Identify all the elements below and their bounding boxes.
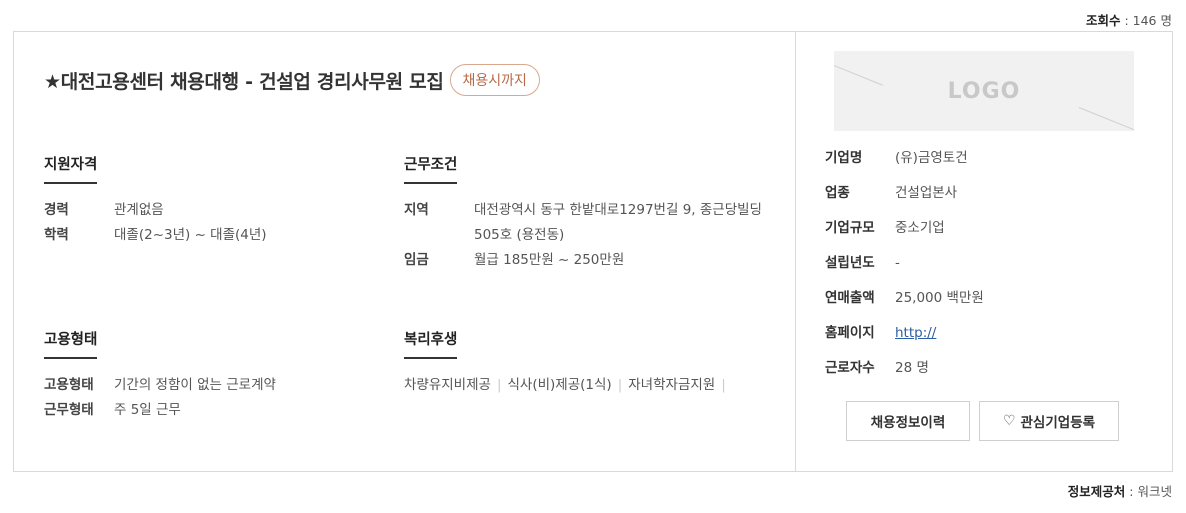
- homepage-link[interactable]: http://: [895, 325, 936, 341]
- company-logo-placeholder: LOGO: [834, 51, 1134, 131]
- qualification-value: 관계없음: [114, 202, 164, 218]
- welfare-section: 복리후생 차량유지비제공 | 식사(비)제공(1식) | 자녀학자금지원 |: [404, 328, 732, 398]
- qualification-row: 경력 관계없음: [44, 198, 267, 223]
- welfare-heading: 복리후생: [404, 328, 458, 359]
- company-homepage: http://: [895, 321, 936, 356]
- view-count-sep: :: [1120, 13, 1133, 28]
- conditions-row: 지역 대전광역시 동구 한밭대로1297번길 9, 종근당빌딩 505호 (용전…: [404, 198, 764, 248]
- info-provider: 정보제공처 : 워크넷: [1068, 481, 1172, 500]
- job-posting-card: ★대전고용센터 채용대행 - 건설업 경리사무원 모집 채용시까지 지원자격 경…: [13, 31, 1173, 472]
- logo-text: LOGO: [947, 79, 1021, 104]
- employment-key: 고용형태: [44, 377, 94, 393]
- conditions-key: 임금: [404, 252, 429, 268]
- employment-key: 근무형태: [44, 402, 94, 418]
- welfare-item: 자녀학자금지원: [628, 377, 716, 393]
- info-provider-value: 워크넷: [1137, 484, 1172, 499]
- view-count-label: 조회수: [1085, 13, 1121, 28]
- employment-row: 고용형태 기간의 정함이 없는 근로계약: [44, 373, 276, 398]
- company-info-key: 업종: [825, 185, 850, 201]
- employment-section: 고용형태 고용형태 기간의 정함이 없는 근로계약 근무형태 주 5일 근무: [44, 328, 276, 423]
- job-history-label: 채용정보이력: [870, 415, 946, 431]
- qualification-heading: 지원자격: [44, 153, 98, 184]
- company-info-row: 홈페이지 http://: [825, 321, 984, 356]
- welfare-separator: |: [496, 377, 502, 393]
- conditions-row: 임금 월급 185만원 ~ 250만원: [404, 248, 764, 273]
- heart-icon: ♡: [1002, 413, 1016, 429]
- conditions-section: 근무조건 지역 대전광역시 동구 한밭대로1297번길 9, 종근당빌딩 505…: [404, 153, 764, 273]
- employment-heading: 고용형태: [44, 328, 98, 359]
- employment-value: 주 5일 근무: [114, 402, 181, 418]
- company-info-value: 중소기업: [895, 220, 945, 236]
- welfare-item: 식사(비)제공(1식): [507, 377, 612, 393]
- conditions-key: 지역: [404, 202, 429, 218]
- conditions-value: 월급 185만원 ~ 250만원: [474, 252, 625, 268]
- company-actions: 채용정보이력 ♡ 관심기업등록: [846, 401, 1119, 441]
- company-info-row: 근로자수 28 명: [825, 356, 984, 391]
- add-interest-company-button[interactable]: ♡ 관심기업등록: [979, 401, 1119, 441]
- welfare-separator: |: [721, 377, 726, 393]
- company-info-key: 근로자수: [825, 360, 875, 376]
- info-provider-label: 정보제공처: [1067, 484, 1126, 499]
- qualification-section: 지원자격 경력 관계없음 학력 대졸(2~3년) ~ 대졸(4년): [44, 153, 267, 248]
- view-count-value: 146 명: [1132, 13, 1172, 28]
- deadline-badge: 채용시까지: [449, 64, 540, 96]
- welfare-item: 차량유지비제공: [404, 377, 491, 393]
- welfare-list: 차량유지비제공 | 식사(비)제공(1식) | 자녀학자금지원 |: [404, 373, 732, 398]
- company-info-value: 건설업본사: [895, 185, 958, 201]
- qualification-row: 학력 대졸(2~3년) ~ 대졸(4년): [44, 223, 267, 248]
- job-title: ★대전고용센터 채용대행 - 건설업 경리사무원 모집: [44, 70, 444, 93]
- job-history-button[interactable]: 채용정보이력: [846, 401, 970, 441]
- employment-value: 기간의 정함이 없는 근로계약: [114, 377, 276, 393]
- qualification-key: 학력: [44, 227, 69, 243]
- company-info-row: 업종 건설업본사: [825, 181, 984, 216]
- company-info-key: 설립년도: [825, 255, 875, 271]
- conditions-value: 대전광역시 동구 한밭대로1297번길 9, 종근당빌딩 505호 (용전동): [474, 202, 762, 243]
- welfare-separator: |: [617, 377, 623, 393]
- add-interest-label: 관심기업등록: [1020, 415, 1096, 431]
- company-info-row: 설립년도 -: [825, 251, 984, 286]
- view-count: 조회수 : 146 명: [1086, 10, 1172, 29]
- title-row: ★대전고용센터 채용대행 - 건설업 경리사무원 모집 채용시까지: [44, 64, 540, 96]
- employment-row: 근무형태 주 5일 근무: [44, 398, 276, 423]
- conditions-heading: 근무조건: [404, 153, 458, 184]
- company-panel: LOGO 기업명 (유)금영토건 업종 건설업본사 기업규모 중소기업 설립년도 - 연…: [795, 32, 1172, 471]
- company-info-key: 홈페이지: [825, 325, 875, 341]
- company-info-key: 연매출액: [825, 290, 875, 306]
- company-info-key: 기업규모: [825, 220, 875, 236]
- logo-deco-line: [1078, 107, 1134, 131]
- company-info-row: 기업규모 중소기업: [825, 216, 984, 251]
- company-info-row: 연매출액 25,000 백만원: [825, 286, 984, 321]
- company-info-key: 기업명: [825, 150, 863, 166]
- qualification-value: 대졸(2~3년) ~ 대졸(4년): [114, 227, 267, 243]
- company-info: 기업명 (유)금영토건 업종 건설업본사 기업규모 중소기업 설립년도 - 연매출액 25…: [825, 146, 984, 391]
- company-info-value: 28 명: [895, 360, 929, 376]
- qualification-key: 경력: [44, 202, 69, 218]
- job-details: ★대전고용센터 채용대행 - 건설업 경리사무원 모집 채용시까지 지원자격 경…: [14, 32, 795, 471]
- info-provider-sep: :: [1125, 484, 1138, 499]
- company-info-row: 기업명 (유)금영토건: [825, 146, 984, 181]
- company-info-value: 25,000 백만원: [895, 290, 984, 306]
- company-info-value: (유)금영토건: [895, 150, 968, 166]
- company-info-value: -: [895, 255, 900, 271]
